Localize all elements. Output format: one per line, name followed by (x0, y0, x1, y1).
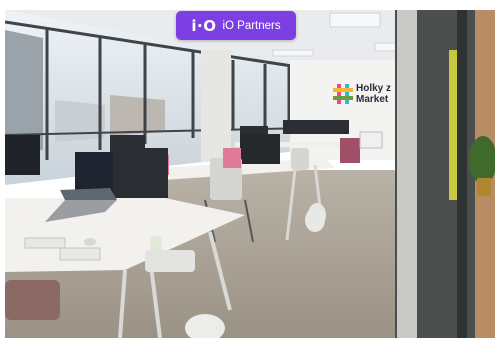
chair (5, 280, 60, 320)
keyboard (24, 237, 66, 249)
partition-frame (397, 10, 417, 338)
mouse (84, 238, 96, 246)
ceiling-light (329, 12, 381, 28)
office-photo: Holky z Market (5, 10, 495, 338)
bin (305, 208, 325, 232)
office-scene (5, 10, 495, 338)
ceiling-light (374, 42, 398, 52)
outside-building (55, 100, 105, 142)
wall-sign-line1: Holky z (356, 83, 392, 94)
mug (150, 236, 162, 250)
outside-building (110, 95, 165, 136)
badge-label: iO Partners (222, 19, 281, 32)
hash-logo-icon (333, 84, 353, 104)
keyboard (59, 247, 101, 261)
laptop-screen (60, 188, 117, 200)
io-logo: i·O (191, 16, 217, 35)
chair (145, 250, 195, 272)
wall-sign-text: Holky z Market (356, 83, 391, 105)
plant-pot (477, 178, 491, 196)
ceiling-light (272, 49, 314, 57)
pillar (201, 50, 231, 162)
partition-post (457, 10, 467, 338)
wall-sign-line2: Market (356, 94, 389, 105)
yellow-note (449, 50, 457, 200)
io-partners-badge: i·O iO Partners (176, 11, 296, 40)
wall-sign: Holky z Market (332, 83, 402, 109)
